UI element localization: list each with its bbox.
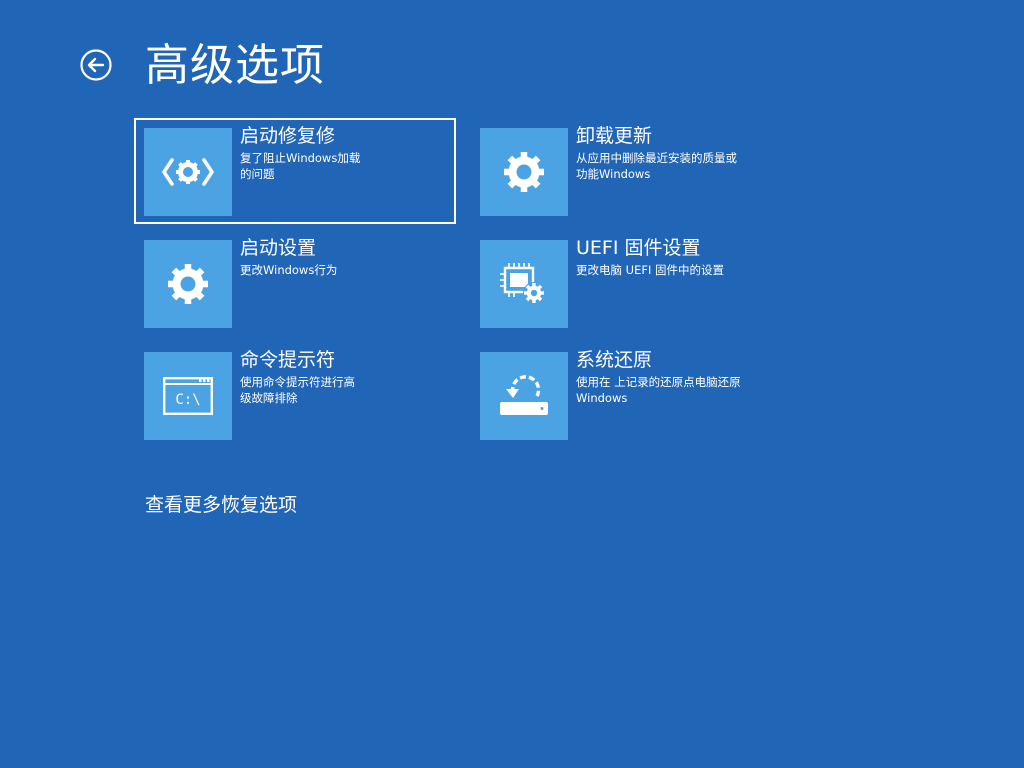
option-startup-settings[interactable]: 启动设置 更改Windows行为: [134, 230, 456, 336]
option-description: 更改Windows行为: [240, 263, 338, 277]
option-label: 启动设置: [240, 237, 317, 259]
option-description: 使用在 上记录的还原点电脑还原Windows: [576, 375, 741, 405]
option-tile: [480, 240, 568, 328]
startup-repair-icon: [162, 158, 214, 186]
system-restore-icon: [500, 375, 548, 415]
option-uefi-firmware-settings[interactable]: UEFI 固件设置 更改电脑 UEFI 固件中的设置: [470, 230, 792, 336]
back-arrow-icon: [80, 49, 112, 81]
option-tile: [480, 128, 568, 216]
option-tile: [144, 128, 232, 216]
option-description: 更改电脑 UEFI 固件中的设置: [576, 263, 724, 277]
firmware-chip-gear-icon: [500, 263, 545, 304]
option-label: UEFI 固件设置: [576, 237, 701, 259]
option-tile: C:\: [144, 352, 232, 440]
back-button[interactable]: [79, 48, 113, 82]
option-description: 复了阻止Windows加载的问题: [240, 151, 361, 181]
option-label: 卸载更新: [576, 125, 653, 147]
option-system-restore[interactable]: 系统还原 使用在 上记录的还原点电脑还原Windows: [470, 342, 792, 448]
page-title: 高级选项: [145, 40, 325, 91]
advanced-options-screen: 高级选项 启动修复修 复了阻止Windows加载的问题 卸载更新 从应用中删除最…: [0, 0, 1024, 768]
option-tile: [480, 352, 568, 440]
command-prompt-glyph: C:\: [175, 392, 200, 408]
option-label: 启动修复修: [240, 125, 336, 147]
option-command-prompt[interactable]: C:\ 命令提示符 使用命令提示符进行高级故障排除: [134, 342, 456, 448]
option-uninstall-updates[interactable]: 卸载更新 从应用中删除最近安装的质量或功能Windows: [470, 118, 792, 224]
gear-icon: [504, 152, 544, 192]
option-description: 使用命令提示符进行高级故障排除: [240, 375, 355, 405]
option-label: 命令提示符: [240, 349, 336, 371]
option-tile: [144, 240, 232, 328]
option-label: 系统还原: [576, 349, 653, 371]
option-startup-repair[interactable]: 启动修复修 复了阻止Windows加载的问题: [134, 118, 456, 224]
gear-icon: [168, 264, 208, 304]
option-description: 从应用中删除最近安装的质量或功能Windows: [576, 151, 737, 181]
more-recovery-options-link[interactable]: 查看更多恢复选项: [145, 490, 297, 520]
command-prompt-icon: C:\: [163, 377, 213, 415]
